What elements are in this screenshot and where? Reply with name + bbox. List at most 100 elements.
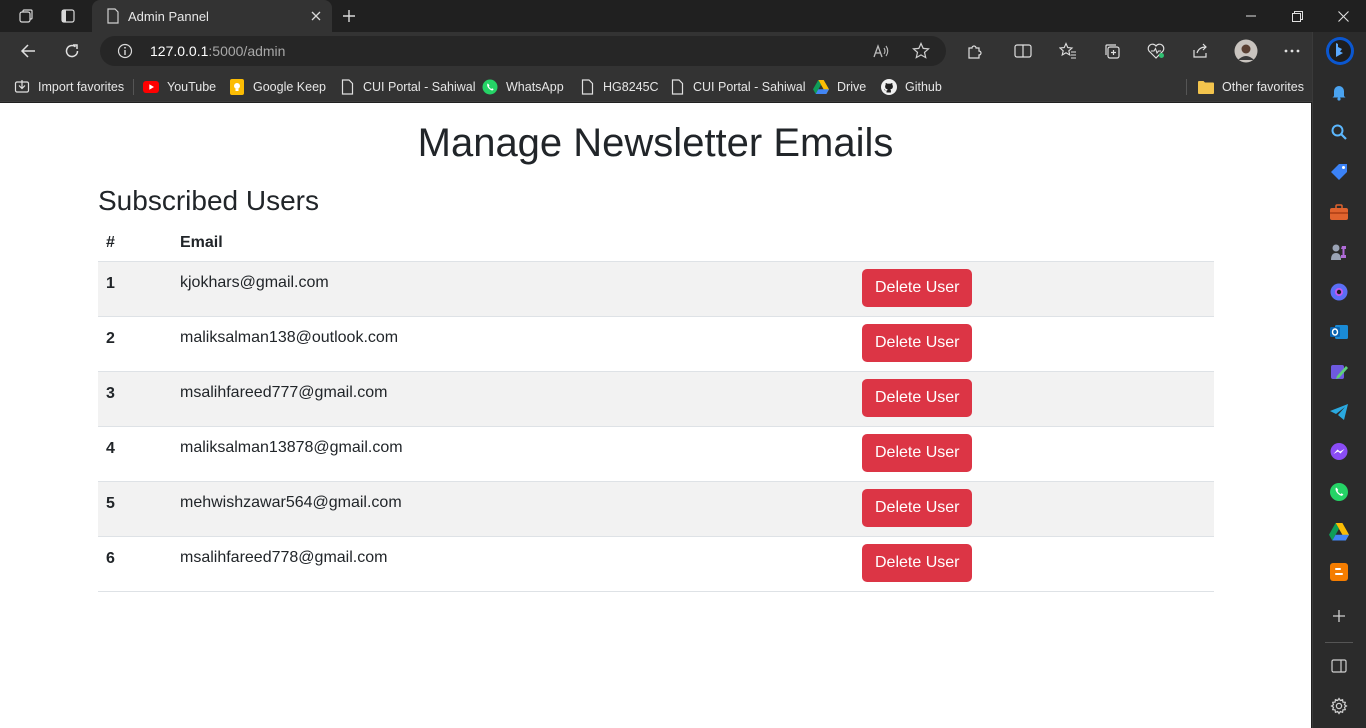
copilot-icon[interactable] bbox=[1327, 280, 1351, 304]
section-title: Subscribed Users bbox=[98, 185, 319, 216]
messenger-icon[interactable] bbox=[1327, 440, 1351, 464]
restore-icon[interactable] bbox=[1274, 0, 1320, 32]
designer-icon[interactable] bbox=[1327, 360, 1351, 384]
new-tab-icon[interactable] bbox=[338, 0, 360, 32]
favorites-icon[interactable] bbox=[1053, 36, 1083, 66]
extensions-icon[interactable] bbox=[960, 36, 990, 66]
sidebar-settings-gear-icon[interactable] bbox=[1327, 694, 1351, 718]
row-number: 4 bbox=[98, 426, 172, 482]
delete-user-button[interactable]: Delete User bbox=[862, 543, 973, 582]
page-icon bbox=[579, 79, 595, 95]
telegram-icon[interactable] bbox=[1327, 400, 1351, 424]
subscribers-table: # Email 1 kjokhars@gmail.com Delete User… bbox=[98, 226, 1214, 592]
column-header-actions bbox=[854, 226, 1214, 262]
page-title: Manage Newsletter Emails bbox=[417, 121, 894, 165]
favorites-divider bbox=[133, 79, 134, 95]
favorite-hg8245c[interactable]: HG8245C bbox=[579, 76, 659, 98]
table-row: 2 maliksalman138@outlook.com Delete User bbox=[98, 316, 1214, 372]
url-text: 127.0.0.1:5000/admin bbox=[150, 43, 286, 59]
row-actions: Delete User bbox=[854, 481, 1214, 537]
favorite-cui-portal-2[interactable]: CUI Portal - Sahiwal bbox=[669, 76, 806, 98]
search-icon[interactable] bbox=[1327, 120, 1351, 144]
google-drive-sidebar-icon[interactable] bbox=[1327, 520, 1351, 544]
row-actions: Delete User bbox=[854, 316, 1214, 372]
page-icon bbox=[669, 79, 685, 95]
row-number: 5 bbox=[98, 481, 172, 537]
favorite-import[interactable]: Import favorites bbox=[14, 76, 124, 98]
row-email: mehwishzawar564@gmail.com bbox=[172, 481, 854, 537]
delete-user-button[interactable]: Delete User bbox=[862, 488, 973, 527]
favorite-youtube[interactable]: YouTube bbox=[143, 76, 216, 98]
row-email: maliksalman138@outlook.com bbox=[172, 316, 854, 372]
split-screen-icon[interactable] bbox=[1008, 36, 1038, 66]
youtube-icon bbox=[143, 79, 159, 95]
folder-icon bbox=[1198, 79, 1214, 95]
favorite-cui-portal-1[interactable]: CUI Portal - Sahiwal bbox=[339, 76, 476, 98]
row-email: kjokhars@gmail.com bbox=[172, 261, 854, 317]
bing-chat-icon[interactable] bbox=[1325, 36, 1355, 66]
tools-briefcase-icon[interactable] bbox=[1327, 200, 1351, 224]
minimize-icon[interactable] bbox=[1228, 0, 1274, 32]
hide-sidebar-icon[interactable] bbox=[1327, 654, 1351, 678]
table-row: 4 maliksalman13878@gmail.com Delete User bbox=[98, 426, 1214, 482]
row-number: 1 bbox=[98, 261, 172, 317]
more-options-icon[interactable] bbox=[1277, 36, 1307, 66]
row-actions: Delete User bbox=[854, 536, 1214, 592]
row-email: msalihfareed777@gmail.com bbox=[172, 371, 854, 427]
tab-actions-icon[interactable] bbox=[54, 0, 82, 32]
add-sidebar-app-icon[interactable] bbox=[1327, 604, 1351, 628]
whatsapp-icon bbox=[482, 79, 498, 95]
notifications-bell-icon[interactable] bbox=[1327, 80, 1351, 104]
delete-user-button[interactable]: Delete User bbox=[862, 268, 973, 307]
close-tab-icon[interactable] bbox=[306, 6, 326, 26]
close-window-icon[interactable] bbox=[1320, 0, 1366, 32]
other-favorites-folder[interactable]: Other favorites bbox=[1198, 76, 1304, 98]
page-icon bbox=[106, 8, 120, 27]
share-icon[interactable] bbox=[1185, 36, 1215, 66]
favorite-google-keep[interactable]: Google Keep bbox=[229, 76, 326, 98]
favorite-whatsapp[interactable]: WhatsApp bbox=[482, 76, 564, 98]
favorites-bar: Import favorites YouTube Google Keep CUI… bbox=[0, 70, 1312, 102]
table-row: 1 kjokhars@gmail.com Delete User bbox=[98, 261, 1214, 317]
favorite-star-icon[interactable] bbox=[912, 42, 930, 65]
tab-admin-pannel[interactable]: Admin Pannel bbox=[92, 0, 332, 32]
blogger-icon[interactable] bbox=[1327, 560, 1351, 584]
row-actions: Delete User bbox=[854, 371, 1214, 427]
profile-avatar[interactable] bbox=[1231, 36, 1261, 66]
navigation-bar: 127.0.0.1:5000/admin bbox=[0, 32, 1312, 70]
tab-title: Admin Pannel bbox=[128, 9, 209, 24]
delete-user-button[interactable]: Delete User bbox=[862, 433, 973, 472]
delete-user-button[interactable]: Delete User bbox=[862, 323, 973, 362]
outlook-icon[interactable] bbox=[1327, 320, 1351, 344]
sidebar-divider bbox=[1325, 642, 1353, 643]
favorites-divider bbox=[1186, 79, 1187, 95]
title-bar: Admin Pannel bbox=[0, 0, 1366, 32]
browser-essentials-icon[interactable] bbox=[1141, 36, 1171, 66]
shopping-tag-icon[interactable] bbox=[1327, 160, 1351, 184]
workspaces-icon[interactable] bbox=[12, 0, 40, 32]
site-info-icon[interactable] bbox=[117, 43, 133, 64]
collections-icon[interactable] bbox=[1097, 36, 1127, 66]
row-actions: Delete User bbox=[854, 426, 1214, 482]
read-aloud-icon[interactable] bbox=[872, 43, 890, 64]
back-icon[interactable] bbox=[13, 36, 43, 66]
import-icon bbox=[14, 79, 30, 95]
favorite-github[interactable]: Github bbox=[881, 76, 942, 98]
address-bar[interactable]: 127.0.0.1:5000/admin bbox=[100, 36, 946, 66]
favorite-drive[interactable]: Drive bbox=[813, 76, 866, 98]
column-header-number: # bbox=[98, 226, 172, 262]
whatsapp-sidebar-icon[interactable] bbox=[1327, 480, 1351, 504]
row-number: 2 bbox=[98, 316, 172, 372]
drive-icon bbox=[813, 79, 829, 95]
github-icon bbox=[881, 79, 897, 95]
page-content: Manage Newsletter Emails Subscribed User… bbox=[0, 103, 1311, 728]
table-header-row: # Email bbox=[98, 226, 1214, 262]
refresh-icon[interactable] bbox=[57, 36, 87, 66]
page-icon bbox=[339, 79, 355, 95]
row-number: 6 bbox=[98, 536, 172, 592]
games-icon[interactable] bbox=[1327, 240, 1351, 264]
delete-user-button[interactable]: Delete User bbox=[862, 378, 973, 417]
edge-sidebar bbox=[1312, 32, 1366, 728]
table-row: 5 mehwishzawar564@gmail.com Delete User bbox=[98, 481, 1214, 537]
table-row: 3 msalihfareed777@gmail.com Delete User bbox=[98, 371, 1214, 427]
